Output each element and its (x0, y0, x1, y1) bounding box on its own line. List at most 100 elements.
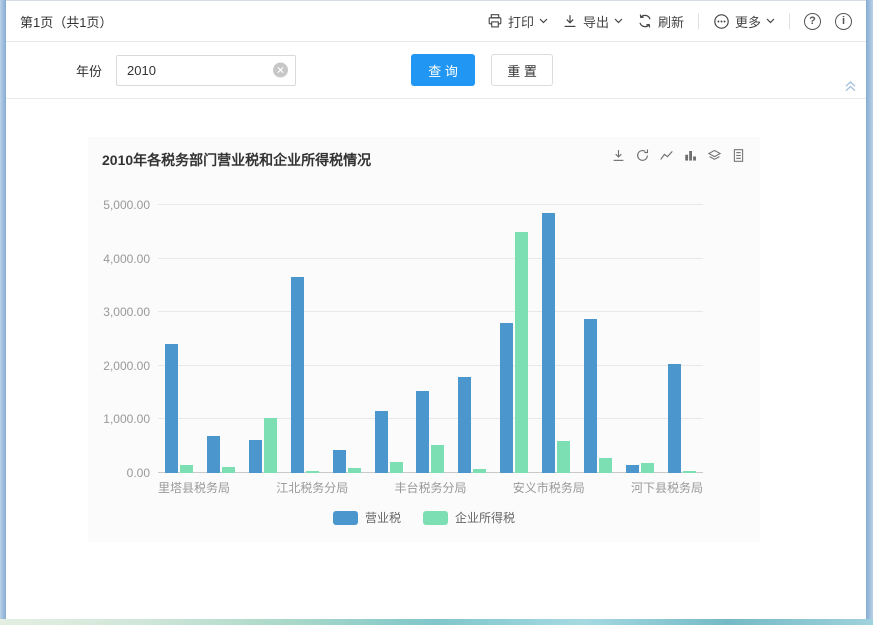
bar-corporate-income-tax (431, 445, 444, 473)
x-tick-label (466, 479, 489, 496)
top-toolbar: 第1页（共1页） 打印 (6, 1, 866, 42)
legend-swatch (333, 511, 358, 525)
export-label: 导出 (583, 12, 609, 31)
legend-item[interactable]: 营业税 (333, 509, 401, 526)
bar-group (410, 205, 452, 473)
x-tick-label: 江北税务分局 (276, 479, 348, 496)
bar-corporate-income-tax (557, 441, 570, 473)
chart-legend: 营业税 企业所得税 (88, 509, 760, 526)
bar-business-tax (584, 319, 597, 473)
bar-business-tax (458, 377, 471, 473)
download-icon (562, 13, 578, 29)
x-tick-label: 丰台税务分局 (394, 479, 466, 496)
bar-group (577, 205, 619, 473)
bar-groups (158, 205, 703, 473)
x-tick-label: 安义市税务局 (513, 479, 585, 496)
chevron-down-icon (766, 18, 775, 24)
y-tick-label: 3,000.00 (103, 305, 150, 319)
report-page: 2010年各税务部门营业税和企业所得税情况 (6, 99, 866, 620)
chart-toolbox (611, 148, 746, 163)
chart-title: 2010年各税务部门营业税和企业所得税情况 (102, 150, 371, 170)
x-tick-label (371, 479, 394, 496)
print-button[interactable]: 打印 (487, 12, 548, 31)
bar-group (326, 205, 368, 473)
x-tick-label (490, 479, 513, 496)
x-tick-label (585, 479, 608, 496)
printer-icon (487, 13, 503, 29)
report-viewer: 第1页（共1页） 打印 (6, 0, 866, 619)
bar-group (200, 205, 242, 473)
toolbar-divider (698, 13, 699, 29)
plot-area: 0.001,000.002,000.003,000.004,000.005,00… (158, 205, 703, 473)
bar-group (451, 205, 493, 473)
legend-label: 企业所得税 (455, 509, 515, 526)
line-chart-icon[interactable] (659, 148, 674, 163)
bar-business-tax (668, 364, 681, 473)
bar-group (242, 205, 284, 473)
legend-item[interactable]: 企业所得税 (423, 509, 515, 526)
bar-corporate-income-tax (264, 418, 277, 473)
bar-group (368, 205, 410, 473)
x-axis-labels: 里塔县税务局 江北税务分局 丰台税务分局 安义市税务局 河下县税务局 (158, 479, 703, 496)
bar-business-tax (375, 411, 388, 473)
bar-corporate-income-tax (473, 469, 486, 473)
x-tick-label (608, 479, 631, 496)
restore-icon[interactable] (635, 148, 650, 163)
bar-group (535, 205, 577, 473)
legend-label: 营业税 (365, 509, 401, 526)
stack-icon[interactable] (707, 148, 722, 163)
info-icon[interactable]: i (835, 13, 852, 30)
x-tick-label: 河下县税务局 (631, 479, 703, 496)
chevron-down-icon (614, 18, 623, 24)
bar-corporate-income-tax (306, 471, 319, 473)
window-frame-right (866, 0, 873, 625)
x-tick-label: 里塔县税务局 (158, 479, 230, 496)
save-image-icon[interactable] (611, 148, 626, 163)
bar-corporate-income-tax (390, 462, 403, 473)
chart-card: 2010年各税务部门营业税和企业所得税情况 (88, 137, 760, 542)
year-input[interactable] (116, 55, 296, 86)
x-tick-label (230, 479, 253, 496)
y-tick-label: 5,000.00 (103, 198, 150, 212)
chevron-down-icon (539, 18, 548, 24)
x-tick-label (348, 479, 371, 496)
bar-business-tax (291, 277, 304, 473)
y-tick-label: 2,000.00 (103, 359, 150, 373)
toolbar-actions: 打印 导出 (487, 12, 852, 31)
help-icon[interactable]: ? (804, 13, 821, 30)
export-button[interactable]: 导出 (562, 12, 623, 31)
bar-business-tax (249, 440, 262, 473)
legend-swatch (423, 511, 448, 525)
query-button[interactable]: 查 询 (411, 54, 475, 86)
year-field-wrap (116, 55, 296, 86)
bar-corporate-income-tax (599, 458, 612, 473)
bar-business-tax (542, 213, 555, 473)
window-frame-left (0, 0, 6, 625)
collapse-params-button[interactable] (844, 79, 857, 97)
clear-input-icon[interactable] (273, 63, 288, 78)
bar-chart-icon[interactable] (683, 148, 698, 163)
bar-corporate-income-tax (683, 471, 696, 473)
refresh-button[interactable]: 刷新 (637, 12, 684, 31)
app-window: 第1页（共1页） 打印 (0, 0, 873, 625)
bar-group (493, 205, 535, 473)
bar-business-tax (165, 344, 178, 473)
print-label: 打印 (508, 12, 534, 31)
refresh-label: 刷新 (658, 12, 684, 31)
bar-group (661, 205, 703, 473)
bar-corporate-income-tax (641, 463, 654, 473)
bar-business-tax (333, 450, 346, 473)
reset-button[interactable]: 重 置 (491, 54, 553, 86)
parameter-pane: 年份 查 询 重 置 (6, 42, 866, 99)
data-view-icon[interactable] (731, 148, 746, 163)
y-tick-label: 4,000.00 (103, 252, 150, 266)
bar-business-tax (207, 436, 220, 473)
bar-corporate-income-tax (222, 467, 235, 473)
y-axis-labels: 0.001,000.002,000.003,000.004,000.005,00… (88, 205, 150, 473)
bar-corporate-income-tax (348, 468, 361, 473)
more-button[interactable]: 更多 (713, 12, 775, 31)
toolbar-divider (789, 13, 790, 29)
bar-group (284, 205, 326, 473)
year-label: 年份 (76, 61, 102, 80)
bar-business-tax (416, 391, 429, 473)
